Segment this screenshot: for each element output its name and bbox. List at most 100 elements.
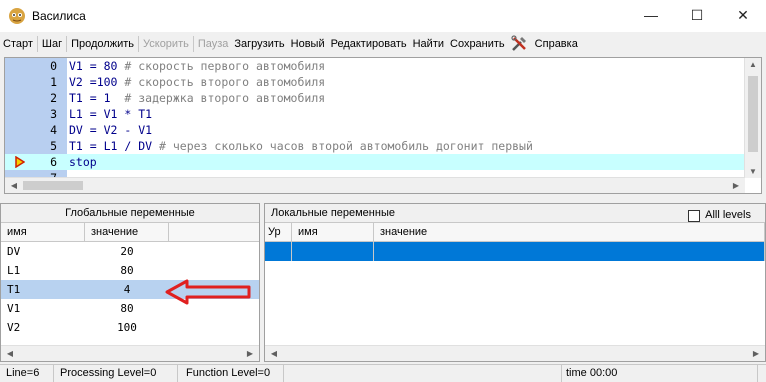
menu-divider bbox=[138, 36, 139, 52]
variable-name: DV bbox=[7, 245, 21, 258]
menu-step[interactable]: Шаг bbox=[39, 38, 65, 50]
scroll-left-icon[interactable]: ◀ bbox=[266, 349, 282, 358]
scroll-down-icon[interactable]: ▼ bbox=[745, 167, 761, 176]
maximize-icon: ☐ bbox=[690, 6, 704, 23]
line-number: 3 bbox=[50, 107, 57, 121]
window-title: Василиса bbox=[32, 9, 86, 23]
menu-save[interactable]: Сохранить bbox=[447, 38, 508, 50]
local-variables-header: Ур имя значение bbox=[265, 223, 765, 242]
code-line[interactable]: 5 T1 = L1 / DV # через сколько часов втор… bbox=[5, 138, 745, 154]
menu-divider bbox=[36, 36, 38, 52]
status-line: Line=6 bbox=[0, 365, 54, 382]
col-value-header[interactable]: значение bbox=[85, 223, 169, 241]
variable-value: 20 bbox=[120, 245, 134, 258]
code-text: V1 = 80 # скорость первого автомобиля bbox=[69, 59, 326, 73]
menu-edit[interactable]: Редактировать bbox=[328, 38, 410, 50]
col-name-header[interactable]: имя bbox=[292, 223, 374, 241]
current-line-arrow-icon bbox=[15, 156, 25, 168]
scroll-left-icon[interactable]: ◀ bbox=[6, 181, 22, 190]
code-line[interactable]: 3 L1 = V1 * T1 bbox=[5, 106, 745, 122]
menu-continue[interactable]: Продолжить bbox=[68, 38, 137, 50]
tools-icon[interactable] bbox=[510, 35, 530, 53]
status-time: time 00:00 bbox=[562, 365, 758, 382]
variable-name: V2 bbox=[7, 321, 21, 334]
code-text: V2 =100 # скорость второго автомобиля bbox=[69, 75, 326, 89]
code-line[interactable]: 4 DV = V2 - V1 bbox=[5, 122, 745, 138]
close-icon: ✕ bbox=[737, 6, 749, 23]
global-variables-panel: Глобальные переменные имя значение DV 20 L… bbox=[0, 203, 260, 362]
scroll-thumb[interactable] bbox=[23, 181, 83, 190]
col-level-header[interactable]: Ур bbox=[265, 223, 292, 241]
scroll-left-icon[interactable]: ◀ bbox=[2, 349, 18, 358]
code-comment: # через сколько часов второй автомобиль … bbox=[159, 139, 533, 153]
menu-load[interactable]: Загрузить bbox=[231, 38, 287, 50]
scroll-right-icon[interactable]: ▶ bbox=[748, 349, 764, 358]
variable-value: 4 bbox=[123, 283, 131, 296]
annotation-arrow-icon bbox=[165, 279, 251, 305]
code-area[interactable]: 0 V1 = 80 # скорость первого автомобиля 1 V… bbox=[5, 58, 745, 178]
menu-bar: Старт Шаг Продолжить Ускорить Пауза Загр… bbox=[0, 33, 766, 55]
scroll-right-icon[interactable]: ▶ bbox=[728, 181, 744, 190]
code-line[interactable]: 1 V2 =100 # скорость второго автомобиля bbox=[5, 74, 745, 90]
scroll-thumb[interactable] bbox=[748, 76, 758, 152]
status-processing-level: Processing Level=0 bbox=[54, 365, 178, 382]
code-text: DV = V2 - V1 bbox=[69, 123, 153, 137]
variable-value: 100 bbox=[117, 321, 137, 334]
code-comment: # скорость первого автомобиля bbox=[124, 59, 326, 73]
status-bar: Line=6 Processing Level=0 Function Level… bbox=[0, 364, 766, 382]
app-logo-icon bbox=[9, 8, 25, 24]
code-line[interactable]: 0 V1 = 80 # скорость первого автомобиля bbox=[5, 58, 745, 74]
global-variables-title: Глобальные переменные bbox=[1, 204, 259, 223]
variable-value: 80 bbox=[120, 264, 134, 277]
table-row[interactable]: V2 100 bbox=[1, 318, 259, 337]
menu-divider bbox=[66, 36, 68, 52]
menu-new[interactable]: Новый bbox=[288, 38, 328, 50]
status-function-level: Function Level=0 bbox=[178, 365, 284, 382]
minimize-button[interactable]: — bbox=[628, 0, 674, 30]
scroll-up-icon[interactable]: ▲ bbox=[745, 60, 761, 69]
col-name-header[interactable]: имя bbox=[1, 223, 85, 241]
menu-start[interactable]: Старт bbox=[0, 38, 36, 50]
menu-speed-up[interactable]: Ускорить bbox=[140, 38, 192, 50]
local-variables-panel: Локальные переменные Alll levels Ур имя … bbox=[264, 203, 766, 362]
menu-find[interactable]: Найти bbox=[410, 38, 447, 50]
code-text: T1 = L1 / DV # через сколько часов второ… bbox=[69, 139, 533, 153]
code-text: stop bbox=[69, 155, 97, 169]
menu-divider bbox=[192, 36, 194, 52]
table-row[interactable] bbox=[265, 242, 765, 261]
variable-name: L1 bbox=[7, 264, 21, 277]
close-button[interactable]: ✕ bbox=[720, 0, 766, 30]
scroll-right-icon[interactable]: ▶ bbox=[242, 349, 258, 358]
code-comment: # скорость второго автомобиля bbox=[124, 75, 326, 89]
code-line[interactable]: 2 T1 = 1 # задержка второго автомобиля bbox=[5, 90, 745, 106]
code-text: L1 = V1 * T1 bbox=[69, 107, 153, 121]
editor-horizontal-scrollbar[interactable]: ◀ ▶ bbox=[5, 177, 745, 193]
code-editor[interactable]: 0 V1 = 80 # скорость первого автомобиля 1 V… bbox=[4, 57, 762, 194]
line-number: 6 bbox=[50, 155, 57, 169]
line-number: 5 bbox=[50, 139, 57, 153]
maximize-button[interactable]: ☐ bbox=[674, 0, 720, 30]
line-number: 0 bbox=[50, 59, 57, 73]
variable-value: 80 bbox=[120, 302, 134, 315]
line-number: 2 bbox=[50, 91, 57, 105]
all-levels-checkbox[interactable] bbox=[688, 209, 701, 222]
title-bar: Василиса — ☐ ✕ bbox=[0, 0, 766, 32]
table-row[interactable]: DV 20 bbox=[1, 242, 259, 261]
line-number: 4 bbox=[50, 123, 57, 137]
local-level-cell bbox=[265, 242, 292, 261]
status-empty bbox=[284, 365, 562, 382]
menu-pause[interactable]: Пауза bbox=[195, 38, 232, 50]
locals-horizontal-scrollbar[interactable]: ◀ ▶ bbox=[265, 345, 765, 361]
local-variables-title: Локальные переменные bbox=[271, 207, 395, 219]
variable-name: V1 bbox=[7, 302, 21, 315]
globals-horizontal-scrollbar[interactable]: ◀ ▶ bbox=[1, 345, 259, 361]
minimize-icon: — bbox=[644, 7, 658, 23]
editor-vertical-scrollbar[interactable]: ▲ ▼ bbox=[744, 58, 761, 178]
local-value-cell bbox=[374, 242, 765, 261]
code-line[interactable]: 6 stop bbox=[5, 154, 745, 170]
menu-help[interactable]: Справка bbox=[532, 38, 581, 50]
code-comment: # задержка второго автомобиля bbox=[124, 91, 326, 105]
col-value-header[interactable]: значение bbox=[374, 223, 765, 241]
variable-name: T1 bbox=[7, 283, 21, 296]
line-number: 1 bbox=[50, 75, 57, 89]
